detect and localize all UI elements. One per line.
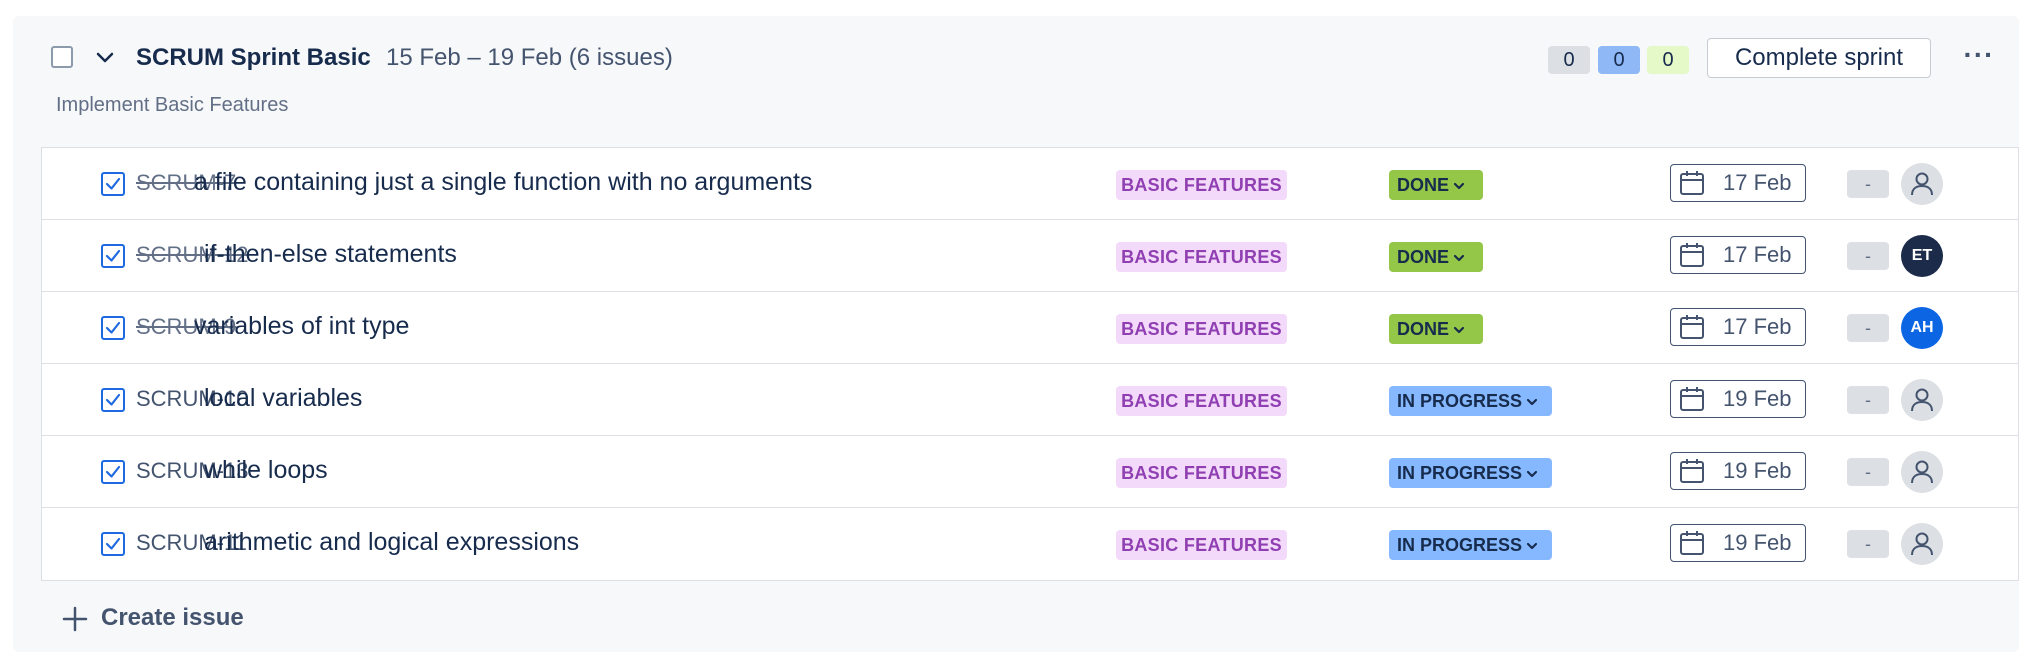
status-dropdown[interactable]: IN PROGRESS [1389,530,1552,560]
status-dropdown[interactable]: DONE [1389,314,1483,344]
story-points-estimate[interactable]: - [1847,170,1889,198]
issue-summary[interactable]: arithmetic and logical expressions [204,528,579,557]
status-dropdown[interactable]: DONE [1389,242,1483,272]
story-points-estimate[interactable]: - [1847,458,1889,486]
due-date-field[interactable]: 19 Feb [1670,380,1806,418]
issue-summary[interactable]: variables of int type [194,312,409,341]
issue-row[interactable]: SCRUM-12 if-then-else statements BASIC F… [42,220,2018,292]
person-icon [1911,460,1933,484]
avatar-initials: AH [1910,319,1934,336]
in-progress-count-badge: 0 [1598,46,1640,74]
done-count-badge: 0 [1647,46,1689,74]
status-dropdown[interactable]: IN PROGRESS [1389,386,1552,416]
calendar-icon [1680,315,1704,339]
issue-summary[interactable]: a file containing just a single function… [194,168,812,197]
unassigned-avatar-icon[interactable] [1901,163,1943,205]
issue-type-story-icon [101,532,125,556]
issue-table: SCRUM-7 a file containing just a single … [41,147,2019,581]
issue-summary[interactable]: while loops [204,456,328,485]
issue-row[interactable]: SCRUM-9 variables of int type BASIC FEAT… [42,292,2018,364]
chevron-down-icon [1453,255,1465,262]
unassigned-avatar-icon[interactable] [1901,379,1943,421]
epic-lozenge[interactable]: BASIC FEATURES [1116,530,1287,560]
complete-sprint-button[interactable]: Complete sprint [1707,38,1931,78]
issue-row[interactable]: SCRUM-13 while loops BASIC FEATURES IN P… [42,436,2018,508]
avatar[interactable]: ET [1901,235,1943,277]
status-dropdown[interactable]: IN PROGRESS [1389,458,1552,488]
person-icon [1911,532,1933,556]
person-icon [1911,172,1933,196]
status-label: IN PROGRESS [1397,535,1523,555]
sprint-goal: Implement Basic Features [56,94,289,116]
story-points-estimate[interactable]: - [1847,242,1889,270]
status-label: IN PROGRESS [1397,391,1523,411]
issue-summary[interactable]: if-then-else statements [204,240,457,269]
issue-type-story-icon [101,460,125,484]
person-icon [1911,388,1933,412]
status-label: IN PROGRESS [1397,463,1523,483]
more-actions-icon[interactable]: ··· [1958,41,2000,74]
due-date-value: 17 Feb [1723,314,1792,339]
epic-lozenge[interactable]: BASIC FEATURES [1116,314,1287,344]
due-date-value: 17 Feb [1723,242,1792,267]
sprint-container: SCRUM Sprint Basic 15 Feb – 19 Feb (6 is… [13,16,2019,652]
epic-lozenge[interactable]: BASIC FEATURES [1116,242,1287,272]
issue-type-story-icon [101,388,125,412]
due-date-value: 17 Feb [1723,170,1792,195]
calendar-icon [1680,459,1704,483]
due-date-value: 19 Feb [1723,530,1792,555]
sprint-name: SCRUM Sprint Basic [136,44,371,71]
plus-icon [62,606,88,632]
issue-type-story-icon [101,244,125,268]
sprint-dates: 15 Feb – 19 Feb (6 issues) [386,44,673,71]
chevron-down-icon [1453,183,1465,190]
create-issue-label: Create issue [101,604,244,631]
issue-summary[interactable]: local variables [204,384,362,413]
avatar-initials: ET [1911,247,1933,264]
todo-count-badge: 0 [1548,46,1590,74]
epic-lozenge[interactable]: BASIC FEATURES [1116,458,1287,488]
issue-row[interactable]: SCRUM-11 arithmetic and logical expressi… [42,508,2018,580]
due-date-value: 19 Feb [1723,458,1792,483]
calendar-icon [1680,243,1704,267]
status-label: DONE [1397,319,1450,339]
unassigned-avatar-icon[interactable] [1901,451,1943,493]
chevron-down-icon [1526,471,1538,478]
issue-row[interactable]: SCRUM-10 local variables BASIC FEATURES … [42,364,2018,436]
calendar-icon [1680,387,1704,411]
due-date-field[interactable]: 19 Feb [1670,452,1806,490]
story-points-estimate[interactable]: - [1847,530,1889,558]
due-date-field[interactable]: 19 Feb [1670,524,1806,562]
chevron-down-icon[interactable] [95,48,115,68]
story-points-estimate[interactable]: - [1847,386,1889,414]
status-label: DONE [1397,247,1450,267]
epic-lozenge[interactable]: BASIC FEATURES [1116,170,1287,200]
due-date-field[interactable]: 17 Feb [1670,236,1806,274]
due-date-field[interactable]: 17 Feb [1670,308,1806,346]
epic-lozenge[interactable]: BASIC FEATURES [1116,386,1287,416]
chevron-down-icon [1453,327,1465,334]
chevron-down-icon [1526,543,1538,550]
chevron-down-icon [1526,399,1538,406]
unassigned-avatar-icon[interactable] [1901,523,1943,565]
status-dropdown[interactable]: DONE [1389,170,1483,200]
status-label: DONE [1397,175,1450,195]
calendar-icon [1680,531,1704,555]
issue-type-story-icon [101,316,125,340]
due-date-value: 19 Feb [1723,386,1792,411]
due-date-field[interactable]: 17 Feb [1670,164,1806,202]
issue-row[interactable]: SCRUM-7 a file containing just a single … [42,148,2018,220]
issue-type-story-icon [101,172,125,196]
avatar[interactable]: AH [1901,307,1943,349]
calendar-icon [1680,171,1704,195]
sprint-select-checkbox[interactable] [51,46,73,68]
story-points-estimate[interactable]: - [1847,314,1889,342]
